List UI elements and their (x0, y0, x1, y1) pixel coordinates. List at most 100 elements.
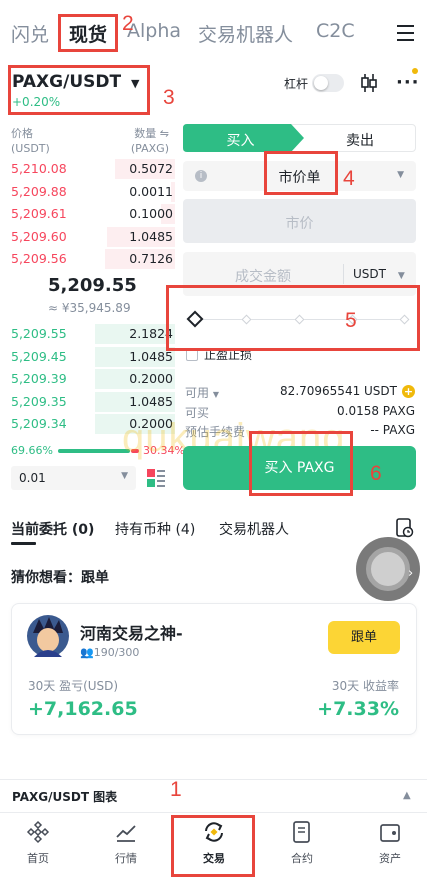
tab-trading-bots[interactable]: 交易机器人 (198, 20, 293, 47)
buy-tab[interactable]: 买入 (183, 130, 298, 150)
precision-select[interactable]: 0.01 ▼ (11, 466, 136, 490)
trader-name: 河南交易之神- (80, 624, 183, 643)
pnl-value: +7,162.65 (28, 698, 138, 720)
divider (343, 264, 344, 284)
can-buy-value: 0.0158 PAXG (337, 404, 415, 418)
annotation-box-pair (8, 65, 150, 115)
ask-qty: 0.7126 (129, 251, 173, 266)
bid-price: 5,209.39 (11, 371, 67, 386)
price-input: 市价 (183, 199, 416, 243)
buy-ratio-bar (58, 449, 130, 453)
bid-row[interactable]: 5,209.39 0.2000 (0, 368, 175, 390)
ask-row[interactable]: 5,209.61 0.1000 (0, 203, 175, 225)
amount-unit: USDT (353, 267, 386, 281)
ask-qty: 0.5072 (129, 161, 173, 176)
amount-unit-select[interactable]: USDT ▼ (353, 267, 405, 281)
leverage-toggle[interactable] (312, 74, 344, 92)
notification-dot (412, 68, 418, 74)
nav-markets[interactable]: 行情 (96, 820, 156, 866)
caret-down-icon: ▼ (397, 170, 404, 180)
caret-down-icon: ▼ (121, 471, 128, 481)
tab-holdings[interactable]: 持有币种 (4) (115, 519, 195, 539)
ask-row[interactable]: 5,209.88 0.0011 (0, 181, 175, 203)
tab-convert[interactable]: 闪兑 (11, 20, 49, 47)
divider (0, 779, 427, 780)
qty-unit: (PAXG) (130, 142, 169, 155)
bid-price: 5,209.55 (11, 326, 67, 341)
trader-avatar (27, 615, 69, 657)
annotation-box-trade-nav (171, 815, 255, 877)
precision-value: 0.01 (19, 471, 46, 485)
annotation-number-6: 6 (370, 462, 382, 485)
order-history-icon[interactable] (396, 518, 414, 538)
bid-price: 5,209.45 (11, 349, 67, 364)
contract-icon (293, 821, 310, 843)
fee-value: -- PAXG (370, 423, 415, 437)
annotation-number-4: 4 (343, 167, 355, 190)
bid-qty: 1.0485 (129, 349, 173, 364)
buy-ratio: 69.66% (11, 444, 53, 457)
ask-row[interactable]: 5,209.60 1.0485 (0, 226, 175, 248)
qty-header[interactable]: 数量 ⇋ (131, 126, 169, 141)
add-funds-icon[interactable]: + (402, 385, 415, 398)
bid-row[interactable]: 5,209.55 2.1824 (0, 323, 175, 345)
roi-label: 30天 收益率 (331, 679, 399, 693)
chart-bar-label[interactable]: PAXG/USDT 图表 (12, 788, 117, 805)
chart-line-icon (116, 825, 136, 842)
bid-price: 5,209.35 (11, 394, 67, 409)
annotation-number-5: 5 (345, 309, 357, 332)
ask-qty: 1.0485 (129, 229, 173, 244)
price-header: 价格 (11, 127, 33, 140)
ask-price: 5,210.08 (11, 161, 67, 176)
candlestick-icon[interactable] (360, 73, 378, 93)
annotation-box-order-type (264, 151, 338, 195)
pnl-label: 30天 盈亏(USD) (28, 679, 119, 693)
orderbook-layout-icon[interactable] (146, 468, 166, 488)
menu-icon[interactable] (397, 25, 414, 41)
annotation-box-slider (166, 285, 420, 351)
annotation-number-2: 2 (122, 12, 134, 35)
ask-row[interactable]: 5,209.56 0.7126 (0, 248, 175, 270)
trader-followers: 👥190/300 (80, 646, 140, 659)
caret-down-icon: ▼ (212, 390, 219, 399)
last-price-cny: ≈ ¥35,945.89 (48, 301, 131, 315)
tab-open-orders[interactable]: 当前委托 (0) (11, 519, 94, 539)
roi-value: +7.33% (317, 698, 399, 720)
bid-qty: 0.2000 (129, 371, 173, 386)
available-value: 82.70965541 USDT (280, 384, 397, 398)
annotation-number-1: 1 (170, 778, 182, 801)
ask-price: 5,209.88 (11, 184, 67, 199)
bid-qty: 1.0485 (129, 394, 173, 409)
tab-c2c[interactable]: C2C (316, 20, 355, 42)
nav-home[interactable]: 首页 (8, 820, 68, 866)
more-options-icon[interactable]: ··· (396, 72, 420, 93)
bid-price: 5,209.34 (11, 416, 67, 431)
leverage-label: 杠杆 (284, 77, 309, 91)
follow-button[interactable]: 跟单 (328, 621, 400, 654)
sell-tab[interactable]: 卖出 (305, 130, 415, 150)
annotation-box-submit (249, 431, 353, 496)
price-placeholder: 市价 (285, 216, 314, 232)
ask-qty: 0.0011 (129, 184, 173, 199)
nav-assets[interactable]: 资产 (360, 820, 420, 866)
annotation-box-spot-tab (58, 14, 118, 52)
divider (0, 812, 427, 813)
bid-row[interactable]: 5,209.35 1.0485 (0, 391, 175, 413)
ask-row[interactable]: 5,210.08 0.5072 (0, 158, 175, 180)
price-unit: (USDT) (11, 142, 50, 155)
tab-bots[interactable]: 交易机器人 (219, 519, 289, 539)
amount-placeholder: 成交金额 (235, 269, 291, 285)
nav-futures[interactable]: 合约 (272, 820, 332, 866)
chevron-right-icon: › (408, 566, 414, 581)
ask-price: 5,209.61 (11, 206, 67, 221)
people-icon: 👥 (80, 646, 94, 659)
last-price[interactable]: 5,209.55 (48, 275, 137, 296)
swap-icon: ⇋ (159, 127, 169, 140)
available-label[interactable]: 可用 ▼ (185, 384, 219, 401)
tab-alpha[interactable]: Alpha (127, 20, 181, 42)
bid-row[interactable]: 5,209.45 1.0485 (0, 346, 175, 368)
active-tab-indicator (11, 542, 36, 545)
binance-logo-icon (26, 820, 50, 844)
annotation-number-3: 3 (163, 86, 175, 109)
caret-up-icon[interactable]: ▲ (403, 790, 411, 801)
